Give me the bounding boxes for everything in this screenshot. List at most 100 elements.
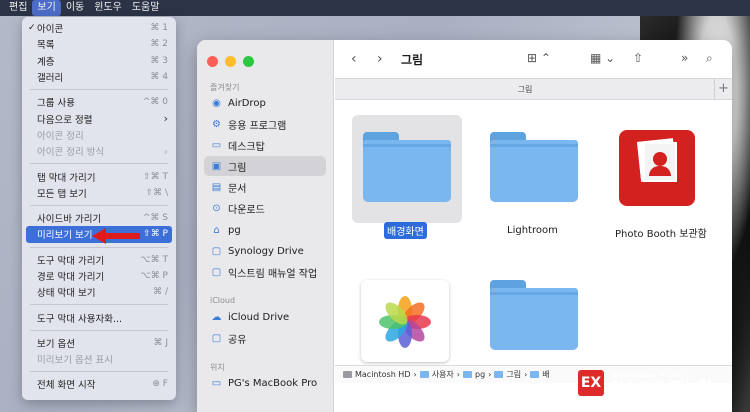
sidebar-item-pg[interactable]: ⌂ pg <box>204 220 326 240</box>
menu-separator <box>30 89 168 91</box>
photos-library-item[interactable] <box>361 276 451 366</box>
brand-name: 익스트림 매뉴얼 <box>610 377 712 396</box>
photos-icon <box>361 280 449 362</box>
sidebar-item-shared[interactable]: ▢ 공유 <box>204 328 326 348</box>
menu-item-gallery[interactable]: 갤러리 ⌘ 4 <box>26 69 172 85</box>
brand-logo: EX <box>578 370 604 396</box>
photobooth-icon <box>619 130 695 206</box>
sidebar-item-airdrop[interactable]: ◉ AirDrop <box>204 93 326 113</box>
folder-item[interactable]: 배경화면 <box>360 132 455 242</box>
menu-item-clean-up-by: 아이콘 정리 방식 › <box>26 143 172 159</box>
locations-header: 위치 <box>210 363 225 372</box>
back-icon[interactable]: ‹ <box>351 51 357 67</box>
menu-go[interactable]: 이동 <box>61 0 89 16</box>
menu-item-shortcut: ^⌘ 0 <box>142 97 168 108</box>
menu-item-show-status-bar[interactable]: 상태 막대 보기 ⌘ / <box>26 284 172 300</box>
menu-separator <box>30 371 168 373</box>
home-icon <box>462 371 472 378</box>
menu-item-view-options[interactable]: 보기 옵션 ⌘ J <box>26 335 172 351</box>
folder-icon <box>419 371 429 378</box>
chevron-right-icon: › <box>413 370 417 379</box>
folder-label: 배경화면 <box>384 222 427 239</box>
menu-item-hide-toolbar[interactable]: 도구 막대 가리기 ⌥⌘ T <box>26 252 172 268</box>
menu-item-label: 상태 막대 보기 <box>37 288 96 300</box>
shared-folder-icon: ▢ <box>211 332 222 344</box>
close-window-button[interactable] <box>207 56 218 67</box>
menu-edit[interactable]: 편집 <box>4 0 32 16</box>
menu-item-shortcut: ⊕ F <box>152 379 168 390</box>
menu-item-hide-tab-bar[interactable]: 탭 막대 가리기 ⇧⌘ T <box>26 168 172 184</box>
menu-item-label: 도구 막대 가리기 <box>37 255 105 267</box>
forward-icon[interactable]: › <box>377 51 383 67</box>
menu-item-show-all-tabs[interactable]: 모든 탭 보기 ⇧⌘ \ <box>26 185 172 201</box>
icon-view-icon[interactable]: ⊞ ⌃ <box>527 51 551 65</box>
sidebar-item-synology[interactable]: ▢ Synology Drive <box>204 241 326 261</box>
window-title: 그림 <box>401 53 424 67</box>
sidebar-item-downloads[interactable]: ⊙ 다운로드 <box>204 198 326 218</box>
menu-item-hide-sidebar[interactable]: 사이드바 가리기 ^⌘ S <box>26 210 172 226</box>
menu-item-shortcut: ⌘ J <box>153 337 168 348</box>
menu-help[interactable]: 도움말 <box>127 0 165 16</box>
pictures-icon: ▣ <box>211 160 222 172</box>
minimize-window-button[interactable] <box>225 56 236 67</box>
menu-window[interactable]: 윈도우 <box>89 0 127 16</box>
share-icon[interactable]: ⇧ <box>633 51 643 65</box>
folder-item[interactable] <box>490 280 585 365</box>
menu-item-shortcut: ⌘ / <box>153 287 168 298</box>
menu-item-columns[interactable]: 계층 ⌘ 3 <box>26 53 172 69</box>
tab-pictures[interactable]: 그림 <box>335 84 715 95</box>
airdrop-icon: ◉ <box>212 97 221 109</box>
menu-item-label: 그룹 사용 <box>37 98 75 110</box>
sidebar-item-label: pg <box>228 224 241 236</box>
sidebar-item-pictures[interactable]: ▣ 그림 <box>204 156 326 176</box>
menu-item-icons[interactable]: ✓ 아이콘 ⌘ 1 <box>26 20 172 36</box>
menu-item-label: 사이드바 가리기 <box>37 214 102 226</box>
folder-icon <box>494 371 504 378</box>
folder-item[interactable]: Lightroom <box>487 132 582 242</box>
path-segment[interactable]: pg <box>475 370 485 379</box>
menu-item-enter-full-screen[interactable]: 전체 화면 시작 ⊕ F <box>26 376 172 392</box>
menu-item-sort-by[interactable]: 다음으로 정렬 › <box>26 110 172 126</box>
search-icon[interactable]: ⌕ <box>706 51 713 66</box>
sidebar-item-label: 공유 <box>228 334 247 346</box>
finder-content: ‹ › 그림 ⊞ ⌃ ▦ ⌄ ⇧ » ⌕ 그림 + 배경화면 Lightroom <box>335 40 732 412</box>
folder-icon <box>490 132 578 202</box>
group-icon[interactable]: ▦ ⌄ <box>590 51 615 65</box>
sidebar-item-macbook[interactable]: ▭ PG's MacBook Pro <box>204 373 326 393</box>
path-segment[interactable]: Macintosh HD <box>355 370 410 379</box>
sidebar-item-label: 다운로드 <box>228 204 265 216</box>
sidebar-item-extreme-manual[interactable]: ▢ 익스트림 매뉴얼 작업 <box>204 262 326 282</box>
menu-item-label: 전체 화면 시작 <box>37 380 96 392</box>
finder-sidebar: 즐겨찾기 ◉ AirDrop ⚙ 응용 프로그램 ▭ 데스크탑 ▣ 그림 ▤ 문… <box>197 40 334 412</box>
annotation-arrow-icon <box>92 228 140 244</box>
tab-bar: 그림 + <box>335 78 732 100</box>
menu-item-shortcut: ⌥⌘ P <box>140 271 168 281</box>
new-tab-icon[interactable]: + <box>714 79 732 99</box>
menu-item-label: 아이콘 정리 <box>37 130 84 142</box>
sidebar-item-desktop[interactable]: ▭ 데스크탑 <box>204 135 326 155</box>
menu-item-customize-toolbar[interactable]: 도구 막대 사용자화... <box>26 309 172 325</box>
path-segment[interactable]: 그림 <box>506 369 521 380</box>
menu-item-use-groups[interactable]: 그룹 사용 ^⌘ 0 <box>26 94 172 110</box>
menu-item-label: 모든 탭 보기 <box>37 188 87 200</box>
menu-item-label: 탭 막대 가리기 <box>37 172 96 184</box>
menu-item-label: 다음으로 정렬 <box>37 114 93 126</box>
view-menu: ✓ 아이콘 ⌘ 1 목록 ⌘ 2 계층 ⌘ 3 갤러리 ⌘ 4 그룹 사용 ^⌘ 0 다음으… <box>22 17 176 400</box>
zoom-window-button[interactable] <box>243 56 254 67</box>
menu-item-hide-path-bar[interactable]: 경로 막대 가리기 ⌥⌘ P <box>26 268 172 284</box>
menu-item-shortcut: ⌘ 3 <box>150 55 168 66</box>
sidebar-item-applications[interactable]: ⚙ 응용 프로그램 <box>204 114 326 134</box>
menu-item-shortcut: ⇧⌘ P <box>143 229 168 240</box>
menu-view[interactable]: 보기 <box>32 0 61 16</box>
path-segment[interactable]: 배 <box>542 369 549 380</box>
more-icon[interactable]: » <box>681 51 688 65</box>
folder-label: Lightroom <box>507 225 558 236</box>
sidebar-item-documents[interactable]: ▤ 문서 <box>204 177 326 197</box>
sidebar-item-icloud-drive[interactable]: ☁ iCloud Drive <box>204 307 326 327</box>
finder-toolbar: ‹ › 그림 ⊞ ⌃ ▦ ⌄ ⇧ » ⌕ <box>335 40 732 78</box>
path-segment[interactable]: 사용자 <box>432 369 454 380</box>
document-icon: ▤ <box>211 181 222 193</box>
menu-item-list[interactable]: 목록 ⌘ 2 <box>26 36 172 52</box>
photobooth-item[interactable]: Photo Booth 보관함 <box>615 128 730 243</box>
window-controls <box>207 56 254 67</box>
